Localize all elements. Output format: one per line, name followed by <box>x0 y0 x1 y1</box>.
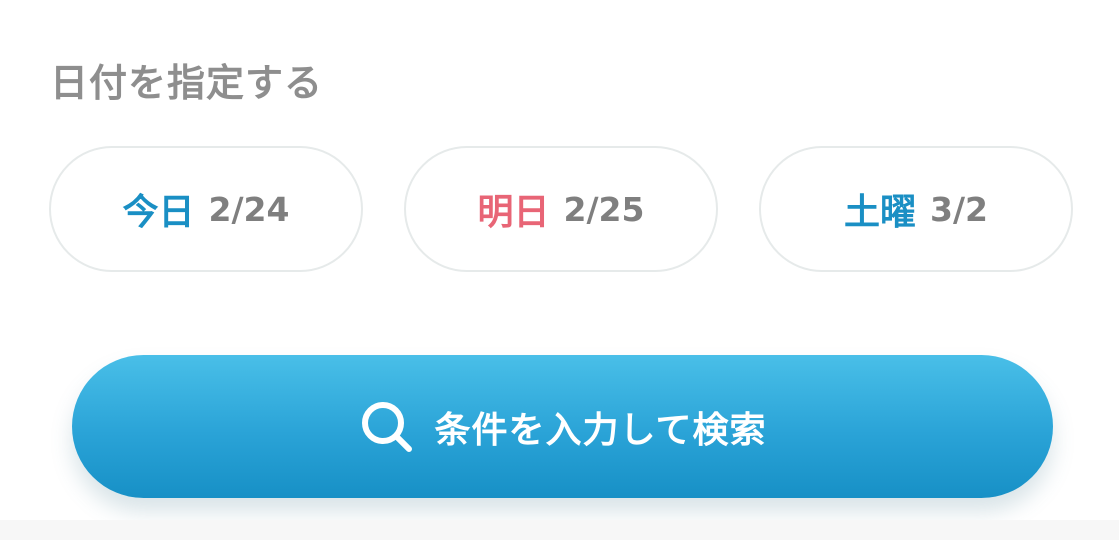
search-icon <box>359 399 415 455</box>
search-button-label: 条件を入力して検索 <box>434 409 767 451</box>
date-day-label: 土曜 <box>844 192 917 233</box>
date-button-saturday[interactable]: 土曜 3/2 <box>759 146 1073 272</box>
date-button-today[interactable]: 今日 2/24 <box>49 146 363 272</box>
date-value: 2/25 <box>563 189 645 229</box>
date-section-label: 日付を指定する <box>50 61 324 105</box>
date-options: 今日 2/24 明日 2/25 土曜 3/2 <box>49 146 1077 274</box>
bottom-divider-area <box>0 520 1119 540</box>
search-button[interactable]: 条件を入力して検索 <box>72 355 1053 498</box>
date-day-label: 今日 <box>122 192 195 233</box>
date-button-tomorrow[interactable]: 明日 2/25 <box>404 146 718 272</box>
date-value: 3/2 <box>930 189 988 229</box>
date-day-label: 明日 <box>477 192 550 233</box>
date-value: 2/24 <box>208 189 290 229</box>
